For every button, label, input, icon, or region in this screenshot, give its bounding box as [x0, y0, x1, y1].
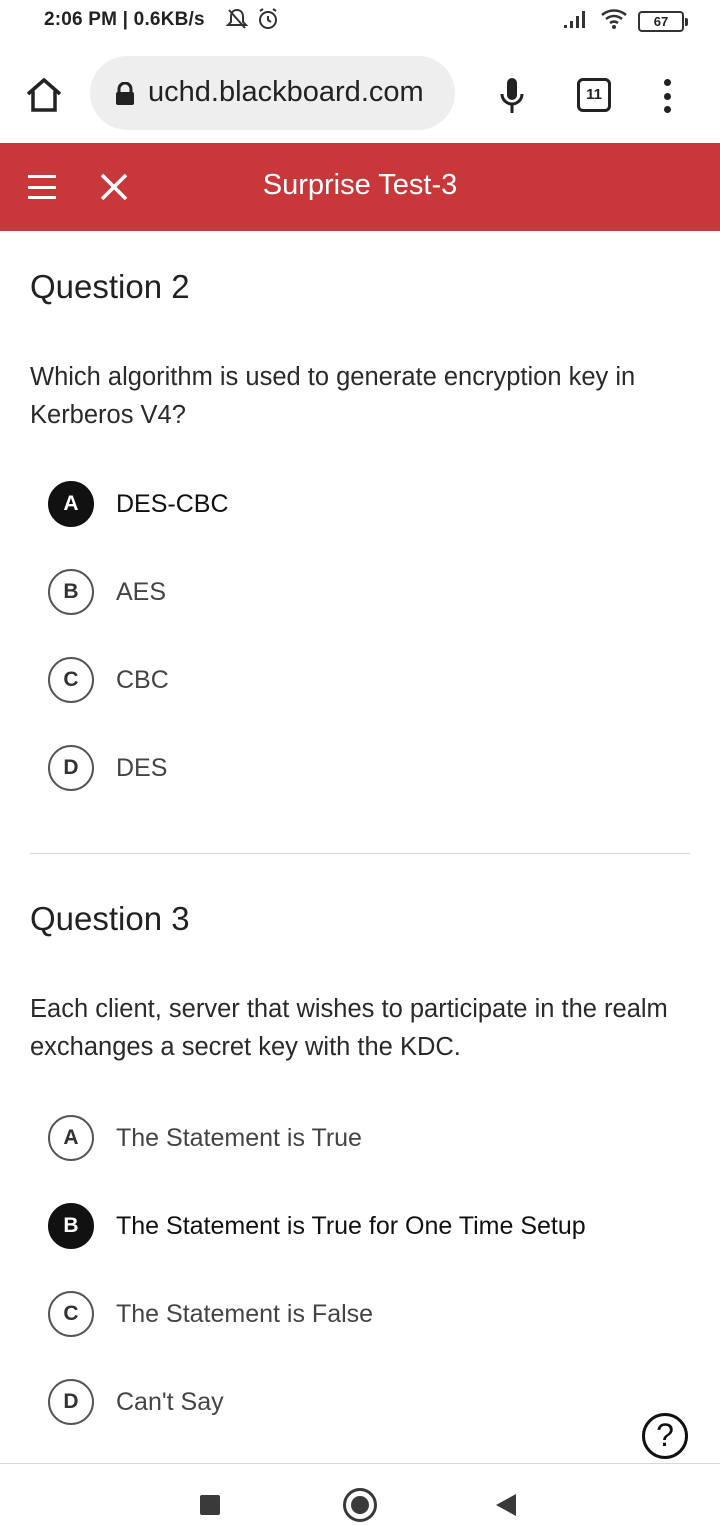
voice-search-button[interactable]	[494, 74, 530, 118]
more-menu-button[interactable]	[652, 76, 682, 116]
status-time-speed: 2:06 PM | 0.6KB/s	[44, 9, 205, 30]
option-text: CBC	[116, 665, 169, 694]
question-text: Which algorithm is used to generate encr…	[30, 363, 636, 429]
help-icon[interactable]: ?	[642, 1413, 688, 1459]
answer-option-d[interactable]: D Can't Say	[48, 1379, 224, 1425]
more-icon-dot	[663, 79, 671, 86]
option-letter: C	[48, 657, 94, 703]
answer-option-a[interactable]: A The Statement is True	[48, 1115, 362, 1161]
status-bar: 2:06 PM | 0.6KB/s 67	[0, 0, 720, 44]
answer-option-b[interactable]: B AES	[48, 569, 167, 615]
option-letter: C	[48, 1291, 94, 1337]
alarm-icon	[256, 7, 280, 36]
more-icon-dot	[663, 92, 671, 100]
test-header: Surprise Test-3	[0, 143, 720, 231]
wifi-icon	[600, 8, 628, 35]
mic-icon	[500, 78, 524, 113]
back-icon[interactable]	[496, 1494, 516, 1516]
option-text: The Statement is False	[116, 1299, 374, 1328]
home-button[interactable]	[22, 75, 66, 115]
question-title: Question 2	[30, 268, 190, 305]
tabs-button[interactable]: 11	[577, 78, 611, 112]
option-text: DES-CBC	[116, 489, 229, 518]
answer-option-b[interactable]: B The Statement is True for One Time Set…	[48, 1203, 586, 1249]
option-letter: A	[48, 481, 94, 527]
system-nav-bar	[0, 1463, 720, 1525]
option-letter: B	[48, 1203, 94, 1249]
home-icon	[26, 78, 62, 112]
question-divider	[30, 853, 690, 854]
question-title: Question 3	[30, 900, 190, 937]
battery-icon: 67	[638, 11, 688, 32]
option-text: The Statement is True for One Time Setup	[116, 1211, 586, 1240]
answer-option-a[interactable]: A DES-CBC	[48, 481, 229, 527]
option-text: DES	[116, 753, 168, 782]
more-icon-dot	[663, 106, 671, 113]
option-text: Can't Say	[116, 1387, 224, 1416]
signal-icon	[562, 9, 590, 34]
option-letter: B	[48, 569, 94, 615]
recents-icon[interactable]	[200, 1495, 220, 1515]
question-text: Each client, server that wishes to parti…	[30, 995, 668, 1061]
browser-toolbar: uchd.blackboard.com 11	[0, 50, 720, 140]
option-text: The Statement is True	[116, 1123, 362, 1152]
option-text: AES	[116, 577, 167, 606]
bell-off-icon	[225, 7, 249, 36]
option-letter: D	[48, 745, 94, 791]
answer-option-c[interactable]: C The Statement is False	[48, 1291, 374, 1337]
home-circle-icon[interactable]	[343, 1488, 377, 1522]
answer-option-d[interactable]: D DES	[48, 745, 168, 791]
option-letter: A	[48, 1115, 94, 1161]
address-bar[interactable]: uchd.blackboard.com	[90, 56, 455, 130]
url-text: uchd.blackboard.com	[148, 76, 424, 108]
page-title: Surprise Test-3	[262, 169, 458, 201]
option-letter: D	[48, 1379, 94, 1425]
lock-icon	[116, 82, 134, 105]
answer-option-c[interactable]: C CBC	[48, 657, 169, 703]
